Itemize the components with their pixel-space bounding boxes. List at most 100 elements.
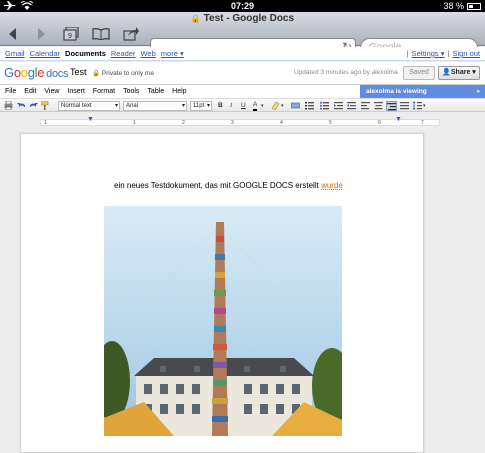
- collapse-icon[interactable]: »: [476, 85, 480, 98]
- page-title-text: Test - Google Docs: [203, 13, 295, 24]
- redo-icon[interactable]: [29, 101, 38, 111]
- italic-button[interactable]: I: [230, 101, 232, 111]
- share-arrow-icon: [123, 27, 139, 41]
- inserted-photo[interactable]: [104, 206, 342, 436]
- logo-docs: docs: [46, 68, 69, 80]
- bulleted-list-icon[interactable]: [320, 101, 329, 111]
- line-spacing-icon[interactable]: [412, 101, 422, 111]
- document-title[interactable]: Test: [70, 67, 87, 77]
- font-select[interactable]: Arial: [123, 101, 187, 111]
- gbar-link-calendar[interactable]: Calendar: [30, 47, 60, 61]
- google-bar: Gmail Calendar Documents Reader Web more…: [0, 47, 485, 61]
- forward-button[interactable]: [32, 26, 50, 42]
- battery-icon: [467, 2, 481, 10]
- ruler-mark: 5: [329, 120, 332, 126]
- menu-items: File Edit View Insert Format Tools Table…: [5, 85, 187, 98]
- paint-format-icon[interactable]: [40, 100, 51, 111]
- book-icon: [92, 28, 110, 40]
- google-apps-links: Gmail Calendar Documents Reader Web more…: [5, 47, 184, 61]
- text-color-dropdown-icon[interactable]: ▾: [261, 101, 264, 111]
- tabs-button[interactable]: 9: [62, 26, 80, 42]
- lock-icon: 🔒: [190, 14, 201, 23]
- highlight-icon[interactable]: [271, 101, 280, 111]
- document-body-text[interactable]: ein neues Testdokument, das mit GOOGLE D…: [114, 181, 343, 190]
- ruler-mark: 1: [44, 120, 47, 126]
- misspelled-word[interactable]: wurde: [321, 181, 343, 190]
- menu-insert[interactable]: Insert: [67, 85, 85, 98]
- logo-google: Google: [4, 65, 45, 80]
- viewers-text: alexolma is viewing: [366, 88, 427, 95]
- decrease-indent-icon[interactable]: [334, 101, 343, 111]
- battery-percent: 38 %: [443, 1, 464, 11]
- docs-header: Google docs Test 🔒 Private to only me Upd…: [0, 62, 485, 84]
- format-toolbar: Normal text Arial 11pt B I U A ▾ ▾ ▾: [0, 98, 485, 112]
- status-bar: 07:29 38 %: [0, 0, 485, 12]
- browser-toolbar: 🔒 Test - Google Docs 9 ↻ Google: [0, 12, 485, 57]
- gbar-link-gmail[interactable]: Gmail: [5, 47, 25, 61]
- ruler-mark: 2: [182, 120, 185, 126]
- highlight-dropdown-icon[interactable]: ▾: [281, 101, 284, 111]
- print-icon[interactable]: [4, 100, 13, 111]
- gbar-link-web[interactable]: Web: [140, 47, 155, 61]
- status-time: 07:29: [230, 1, 255, 11]
- bold-button[interactable]: B: [218, 101, 223, 111]
- ruler-mark: 1: [133, 120, 136, 126]
- align-left-icon[interactable]: [361, 101, 370, 111]
- body-text: ein neues Testdokument, das mit GOOGLE D…: [114, 181, 322, 190]
- back-button[interactable]: [4, 26, 22, 42]
- menu-bar: File Edit View Insert Format Tools Table…: [0, 84, 485, 98]
- bookmarks-button[interactable]: [92, 26, 110, 42]
- menu-tools[interactable]: Tools: [123, 85, 139, 98]
- increase-indent-icon[interactable]: [347, 101, 356, 111]
- svg-text:9: 9: [68, 33, 72, 40]
- underline-button[interactable]: U: [241, 101, 246, 111]
- numbered-list-icon[interactable]: [305, 101, 314, 111]
- font-size-select[interactable]: 11pt: [190, 101, 212, 111]
- document-area: ein neues Testdokument, das mit GOOGLE D…: [0, 131, 485, 453]
- people-icon: 👤: [442, 69, 451, 76]
- saved-button[interactable]: Saved: [403, 66, 435, 80]
- gbar-link-more[interactable]: more ▾: [161, 47, 184, 61]
- link-icon[interactable]: [291, 101, 300, 111]
- align-right-icon[interactable]: [386, 101, 397, 111]
- ruler-mark: 3: [231, 120, 234, 126]
- document-page[interactable]: ein neues Testdokument, das mit GOOGLE D…: [20, 133, 424, 453]
- menu-table[interactable]: Table: [147, 85, 164, 98]
- line-spacing-dropdown-icon[interactable]: ▾: [423, 101, 426, 111]
- undo-icon[interactable]: [17, 101, 26, 111]
- align-justify-icon[interactable]: [400, 101, 409, 111]
- last-updated: Updated 3 minutes ago by alexolma: [294, 69, 398, 76]
- gbar-link-reader[interactable]: Reader: [111, 47, 136, 61]
- align-center-icon[interactable]: [374, 101, 383, 111]
- privacy-text: Private to only me: [101, 70, 154, 77]
- share-button[interactable]: 👤Share ▾: [438, 66, 480, 80]
- menu-edit[interactable]: Edit: [24, 85, 36, 98]
- ruler-mark: 7: [421, 120, 424, 126]
- share-action-button[interactable]: [122, 26, 140, 42]
- style-select[interactable]: Normal text: [58, 101, 120, 111]
- ruler-mark: 4: [280, 120, 283, 126]
- privacy-status[interactable]: 🔒 Private to only me: [92, 69, 154, 77]
- account-links: | Settings ▾ | Sign out: [407, 47, 480, 61]
- forward-arrow-icon: [38, 28, 45, 40]
- viewers-badge[interactable]: alexolma is viewing »: [360, 85, 485, 98]
- settings-link[interactable]: Settings ▾: [412, 47, 445, 61]
- menu-file[interactable]: File: [5, 85, 16, 98]
- gbar-link-documents[interactable]: Documents: [65, 47, 106, 61]
- right-indent-marker-icon[interactable]: ▼: [395, 116, 402, 123]
- google-docs-logo[interactable]: Google docs: [4, 65, 69, 80]
- ruler-mark: 6: [378, 120, 381, 126]
- status-right: 38 %: [443, 0, 481, 12]
- page-title: 🔒 Test - Google Docs: [0, 13, 485, 25]
- ruler: 1 ▼ 1 2 3 4 5 6 ▼ 7: [0, 113, 485, 131]
- lock-icon: 🔒: [92, 70, 101, 77]
- menu-view[interactable]: View: [44, 85, 59, 98]
- text-color-button[interactable]: A: [253, 101, 258, 111]
- indent-marker-icon[interactable]: ▼: [87, 116, 94, 123]
- menu-format[interactable]: Format: [93, 85, 115, 98]
- ruler-strip[interactable]: 1 ▼ 1 2 3 4 5 6 ▼ 7: [40, 116, 440, 126]
- sign-out-link[interactable]: Sign out: [452, 47, 480, 61]
- back-arrow-icon: [9, 28, 16, 40]
- tower-photo-image: [104, 206, 342, 436]
- menu-help[interactable]: Help: [172, 85, 186, 98]
